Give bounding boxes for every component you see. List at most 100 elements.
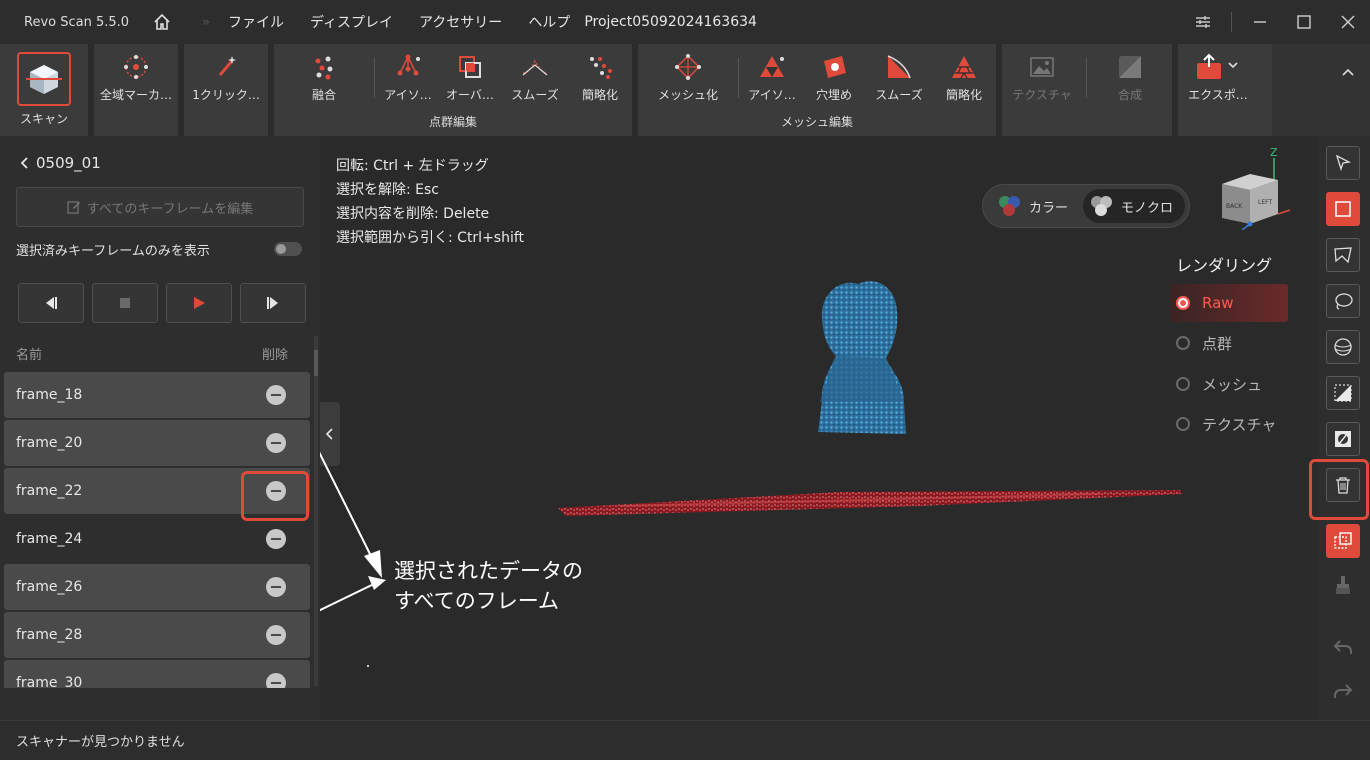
global-marker-button[interactable]: 全域マーカ… [100,52,172,106]
frame-list: frame_18 frame_20 frame_22 frame_24 fram… [4,372,310,688]
radio-icon [1176,336,1190,350]
rectangle-select-icon [1335,201,1351,217]
mesh-group-label: メッシュ編集 [780,115,853,129]
surface-select-button[interactable] [1326,330,1360,364]
one-click-label: 1クリック… [192,88,260,102]
frame-row[interactable]: frame_18 [4,372,310,418]
maximize-button[interactable] [1282,0,1326,44]
undo-button[interactable] [1326,630,1360,664]
annotation-line-2: すべてのフレーム [394,589,560,613]
delete-frame-button[interactable] [266,673,286,688]
overlap-button[interactable]: オーバ… [438,52,502,106]
menu-display[interactable]: ディスプレイ [310,12,393,32]
copy-selection-button[interactable] [1326,524,1360,558]
frame-row[interactable]: frame_26 [4,564,310,610]
home-icon[interactable] [152,12,172,32]
fuse-button[interactable]: 融合 [292,52,356,106]
view-cube[interactable]: Z BACK LEFT [1214,146,1294,230]
back-button[interactable]: 0509_01 [18,154,101,172]
highlight-box [1309,459,1369,520]
render-option-pointcloud[interactable]: 点群 [1170,324,1288,362]
delete-frame-button[interactable] [266,625,286,645]
redo-button[interactable] [1326,674,1360,708]
delete-frame-button[interactable] [266,433,286,453]
brush-button[interactable] [1326,568,1360,602]
step-forward-icon [267,297,278,309]
render-option-mesh[interactable]: メッシュ [1170,365,1288,403]
minimize-button[interactable] [1238,0,1282,44]
fuse-label: 融合 [311,88,336,102]
pc-smooth-label: スムーズ [511,88,559,102]
delete-frame-button[interactable] [266,385,286,405]
invert-selection-button[interactable] [1326,422,1360,456]
menu-help[interactable]: ヘルプ [528,12,570,32]
meshify-button[interactable]: メッシュ化 [656,52,720,106]
color-mode-option[interactable]: カラー [991,189,1083,223]
play-button[interactable] [166,283,232,323]
frame-row[interactable]: frame_24 [4,516,310,562]
toolbar-separator [738,58,739,98]
stray-point [367,665,369,667]
menu-file[interactable]: ファイル [228,12,284,32]
scrollbar-thumb[interactable] [314,350,318,376]
frame-row[interactable]: frame_20 [4,420,310,466]
brush-icon [1336,576,1350,594]
render-option-raw[interactable]: Raw [1170,284,1288,322]
next-frame-button[interactable] [240,283,306,323]
export-icon [1190,52,1246,82]
simplify-points-icon [585,52,615,82]
plane-cut-button[interactable] [1326,376,1360,410]
annotation-arrows [320,451,386,612]
export-button[interactable]: エクスポ… [1180,52,1256,106]
frame-row[interactable]: frame_30 [4,660,310,688]
menu-accessory[interactable]: アクセサリー [419,12,502,32]
menu-bar: ファイル ディスプレイ アクセサリー ヘルプ [228,12,596,32]
frame-list-scrollbar[interactable] [314,336,318,686]
smooth-mesh-icon [884,52,914,82]
pc-isolate-label: アイソ… [384,88,432,102]
edit-all-keyframes-button[interactable]: すべてのキーフレームを編集 [16,187,304,227]
texture-button[interactable]: テクスチャ [1010,52,1074,106]
pc-simplify-button[interactable]: 簡略化 [568,52,632,106]
mesh-smooth-button[interactable]: スムーズ [867,52,931,106]
scan-button[interactable]: スキャン [12,52,76,132]
invert-selection-icon [1335,431,1351,447]
stop-button[interactable] [92,283,158,323]
polygon-select-button[interactable] [1326,238,1360,272]
delete-frame-button[interactable] [266,577,286,597]
app-name: Revo Scan 5.5.0 [24,14,130,30]
mesh-isolate-button[interactable]: アイソ… [740,52,804,106]
mono-mode-option[interactable]: モノクロ [1083,189,1185,223]
texture-image-icon [1027,52,1057,82]
fill-holes-button[interactable]: 穴埋め [802,52,866,106]
lasso-icon [1335,293,1353,310]
export-group: エクスポ… [1178,44,1272,136]
only-selected-toggle[interactable] [274,242,302,256]
texture-label: テクスチャ [1012,88,1072,102]
render-option-texture[interactable]: テクスチャ [1170,405,1288,443]
frame-name: frame_30 [16,675,83,688]
render-option-label: Raw [1202,294,1234,312]
frame-row[interactable]: frame_28 [4,612,310,658]
settings-sliders-icon[interactable] [1181,0,1225,44]
plane-cut-icon [1334,384,1352,402]
3d-viewport[interactable]: 回転: Ctrl + 左ドラッグ 選択を解除: Esc 選択内容を削除: Del… [320,136,1314,720]
rendering-title: レンダリング [1176,256,1273,275]
close-button[interactable] [1326,0,1370,44]
mono-mode-label: モノクロ [1121,200,1174,216]
lasso-select-button[interactable] [1326,284,1360,318]
one-click-button[interactable]: 1クリック… [192,52,260,106]
redo-icon [1334,684,1353,698]
name-column-header: 名前 [16,348,43,363]
pc-isolate-button[interactable]: アイソ… [376,52,440,106]
mesh-simplify-button[interactable]: 簡略化 [932,52,996,106]
cube-left-label: LEFT [1258,199,1272,206]
expand-menu-icon[interactable]: » [202,15,210,30]
pc-smooth-button[interactable]: スムーズ [503,52,567,106]
merge-button[interactable]: 合成 [1098,52,1162,106]
collapse-toolbar-button[interactable] [1334,64,1362,92]
delete-frame-button[interactable] [266,529,286,549]
prev-frame-button[interactable] [18,283,84,323]
rect-select-button[interactable] [1326,192,1360,226]
select-pointer-button[interactable] [1326,146,1360,180]
